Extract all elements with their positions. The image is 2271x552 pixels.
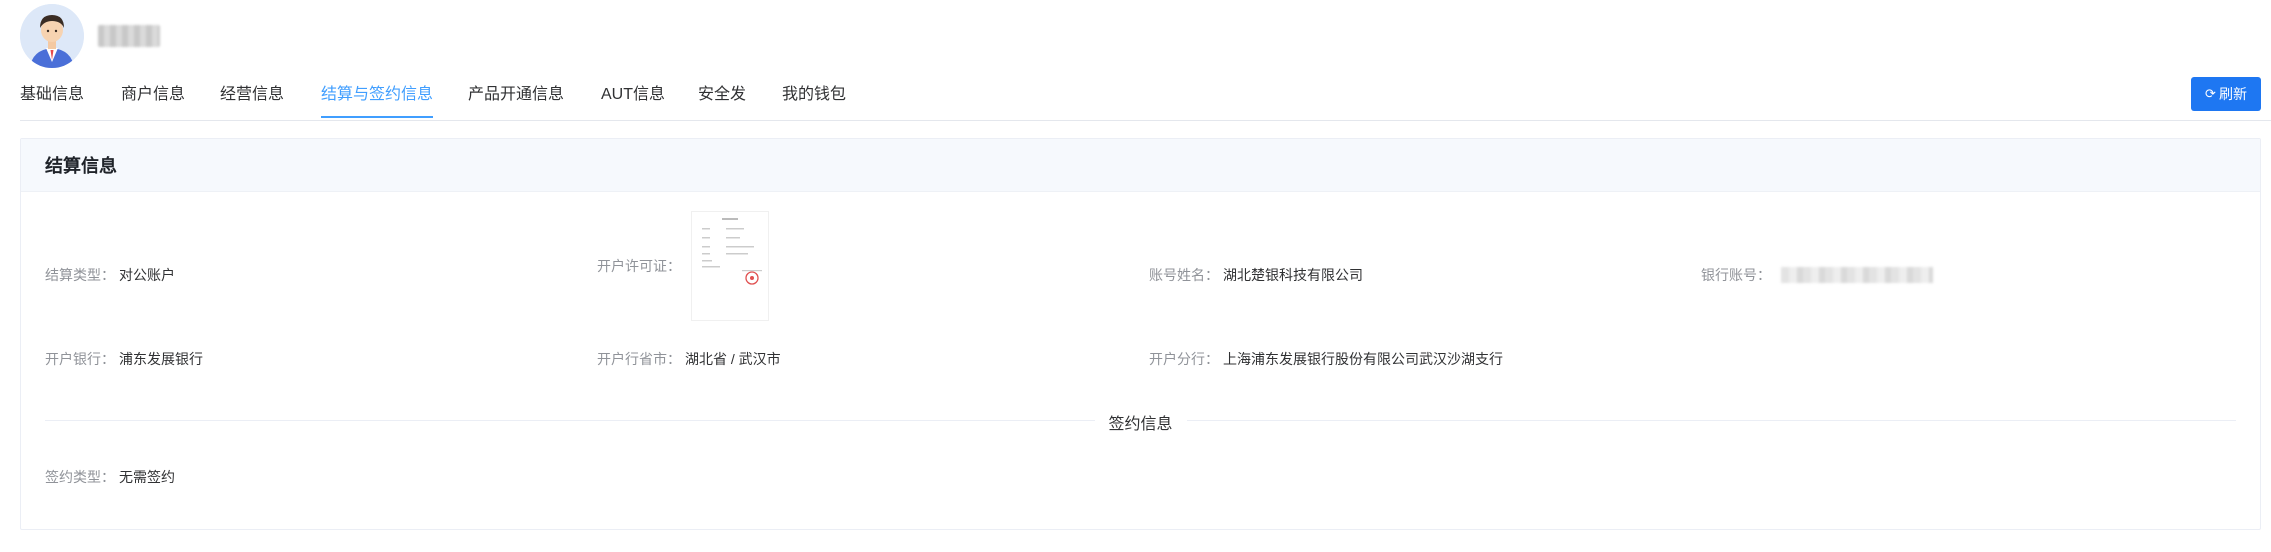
- account-name-field: 账号姓名： 湖北楚银科技有限公司: [1149, 265, 1363, 285]
- field-value: 湖北楚银科技有限公司: [1223, 267, 1363, 283]
- field-label: 开户银行：: [45, 351, 115, 367]
- settlement-type-field: 结算类型： 对公账户: [45, 265, 175, 285]
- settlement-card: 结算信息 结算类型： 对公账户 开户许可证： 账号姓名： 湖北楚银科技有限公司 …: [20, 138, 2261, 530]
- field-value: 湖北省 / 武汉市: [685, 351, 781, 367]
- avatar[interactable]: [20, 4, 84, 68]
- field-value: 上海浦东发展银行股份有限公司武汉沙湖支行: [1223, 351, 1503, 367]
- license-field: 开户许可证：: [597, 211, 769, 321]
- tab-product-activation[interactable]: 产品开通信息: [468, 76, 564, 118]
- tab-business-info[interactable]: 经营信息: [220, 76, 284, 118]
- license-image-thumbnail[interactable]: [691, 211, 769, 321]
- field-label: 签约类型：: [45, 469, 115, 485]
- field-value: 浦东发展银行: [119, 351, 203, 367]
- refresh-icon: ⟳: [2205, 86, 2216, 101]
- branch-field: 开户分行： 上海浦东发展银行股份有限公司武汉沙湖支行: [1149, 349, 1503, 369]
- card-header: 结算信息: [21, 139, 2260, 192]
- username-redacted: [98, 25, 160, 47]
- field-label: 账号姓名：: [1149, 267, 1219, 283]
- avatar-person-icon: [20, 4, 84, 68]
- tab-basic-info[interactable]: 基础信息: [20, 76, 84, 118]
- tab-bar: 基础信息 商户信息 经营信息 结算与签约信息 产品开通信息 AUT信息 安全发 …: [20, 76, 2271, 121]
- bank-field: 开户银行： 浦东发展银行: [45, 349, 203, 369]
- field-label: 开户行省市：: [597, 351, 681, 367]
- tab-my-wallet[interactable]: 我的钱包: [782, 76, 846, 118]
- field-label: 银行账号：: [1701, 267, 1771, 283]
- bank-account-field: 银行账号：: [1701, 265, 1933, 285]
- field-value: 无需签约: [119, 469, 175, 485]
- bank-account-redacted: [1781, 267, 1933, 283]
- user-header: [20, 0, 160, 72]
- bank-region-field: 开户行省市： 湖北省 / 武汉市: [597, 349, 781, 369]
- refresh-button-label: 刷新: [2218, 86, 2247, 102]
- field-value: 对公账户: [119, 267, 175, 283]
- field-label: 开户许可证：: [597, 258, 681, 274]
- tab-merchant-info[interactable]: 商户信息: [121, 76, 185, 118]
- tab-safe-send[interactable]: 安全发: [698, 76, 746, 118]
- field-label: 开户分行：: [1149, 351, 1219, 367]
- signing-type-field: 签约类型： 无需签约: [45, 467, 175, 487]
- refresh-button[interactable]: ⟳ 刷新: [2191, 77, 2261, 111]
- tab-settlement-signing[interactable]: 结算与签约信息: [321, 76, 434, 118]
- section-title: 结算信息: [45, 156, 117, 176]
- tab-aut-info[interactable]: AUT信息: [601, 76, 665, 118]
- signing-section-title: 签约信息: [1094, 410, 1187, 434]
- field-label: 结算类型：: [45, 267, 115, 283]
